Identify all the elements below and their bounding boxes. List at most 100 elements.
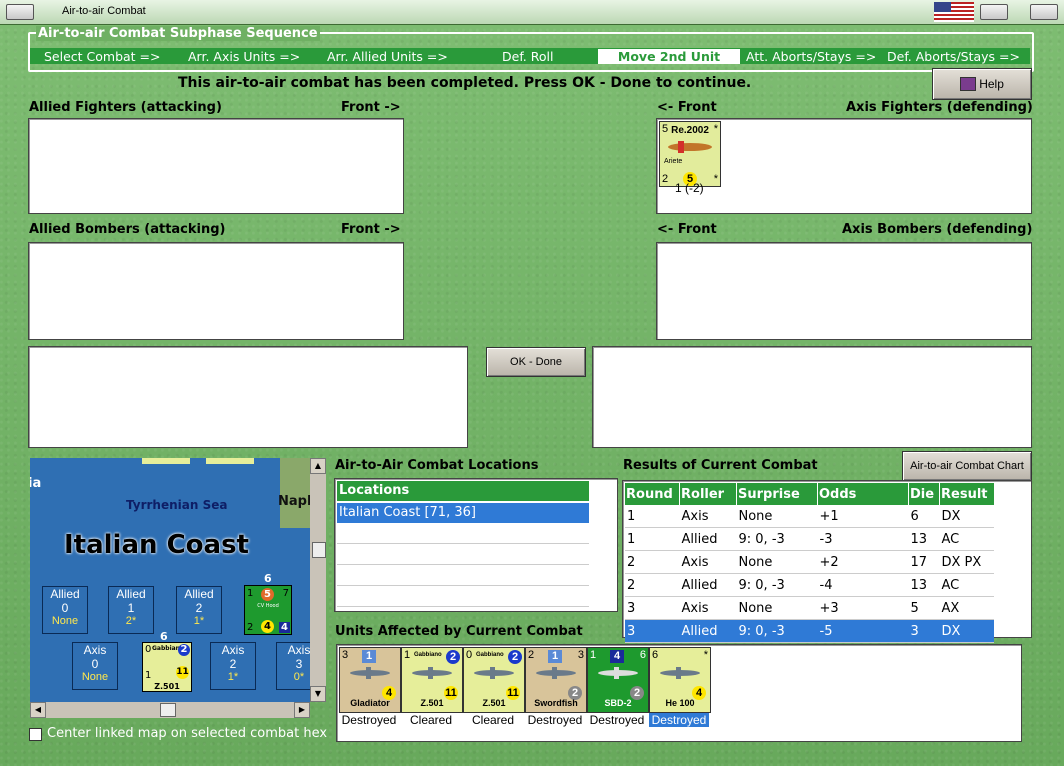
maximize-button[interactable] [1030, 4, 1058, 20]
v-scroll-thumb[interactable] [312, 542, 326, 558]
h-scroll-thumb[interactable] [160, 703, 176, 717]
map-stack-cv-hood[interactable]: 1 5 7 CV Hood 2 4 4 [244, 585, 292, 635]
affected-unit-counter[interactable]: 3 1 4 Gladiator [339, 647, 401, 713]
seq-step-att-aborts: Att. Aborts/Stays => [746, 49, 877, 64]
results-cell: Axis [679, 596, 737, 620]
map-stack-gabbiano[interactable]: 0 Gabbiano 2 1 11 Z.501 [142, 642, 192, 692]
allied-bombers-label: Allied Bombers (attacking) [29, 222, 226, 237]
results-cell: None [736, 596, 818, 620]
map-allied-box-2[interactable]: Allied 2 1* [176, 586, 222, 634]
minimize-button[interactable] [980, 4, 1008, 20]
sequence-title: Air-to-air Combat Subphase Sequence [36, 26, 320, 41]
locations-list[interactable]: Locations Italian Coast [71, 36] [334, 478, 618, 612]
allied-fighters-panel[interactable] [28, 118, 404, 214]
map-sea-label: Tyrrhenian Sea [126, 498, 228, 512]
help-button[interactable]: Help [932, 68, 1032, 100]
location-item[interactable]: Italian Coast [71, 36] [337, 503, 589, 523]
center-map-checkbox[interactable] [29, 728, 42, 741]
stack-a-tr: 7 [282, 588, 289, 599]
box-sub: None [81, 671, 109, 683]
results-row[interactable]: 2 Allied 9: 0, -3 -4 13 AC [625, 573, 994, 597]
aircraft-icon [412, 667, 452, 679]
stack-a-bl: 2 [247, 622, 254, 633]
window-menu-button[interactable] [6, 4, 34, 20]
scroll-up-icon[interactable]: ▲ [310, 458, 326, 474]
map-axis-box-3[interactable]: Axis 3 0* [276, 642, 310, 690]
unit-name: Z.501 [482, 698, 506, 708]
affected-unit-counter[interactable]: 0 2 Gabbiano 11 Z.501 [463, 647, 525, 713]
unit-square: 1 [362, 650, 376, 663]
affected-unit-counter[interactable]: 2 3 1 2 Swordfish [525, 647, 587, 713]
scroll-right-icon[interactable]: ▶ [294, 702, 310, 718]
axis-fighters-front: <- Front [657, 100, 717, 115]
linked-map[interactable]: ia Tyrrhenian Sea Napl Italian Coast All… [30, 458, 310, 702]
affected-title: Units Affected by Current Combat [335, 624, 583, 639]
title-bar: Air-to-air Combat [0, 0, 1064, 25]
scroll-left-icon[interactable]: ◀ [30, 702, 46, 718]
box-side: Axis [83, 643, 107, 657]
axis-fighters-panel[interactable]: 5 Re.2002 * Ariete 2 5 * 1 (-2) [656, 118, 1032, 214]
allied-fighters-label: Allied Fighters (attacking) [29, 100, 222, 115]
box-side: Allied [116, 587, 146, 601]
axis-bombers-panel[interactable] [656, 242, 1032, 340]
help-label: Help [979, 77, 1004, 91]
status-message: This air-to-air combat has been complete… [178, 75, 752, 91]
map-land [280, 458, 310, 528]
results-row[interactable]: 3 Allied 9: 0, -3 -5 3 DX [625, 619, 994, 643]
allied-bombers-panel[interactable] [28, 242, 404, 340]
affected-unit-counter[interactable]: 1 2 Gabbiano 11 Z.501 [401, 647, 463, 713]
results-cell: -4 [817, 573, 909, 597]
aircraft-icon [536, 667, 576, 679]
results-row[interactable]: 1 Allied 9: 0, -3 -3 13 AC [625, 527, 994, 551]
map-vertical-scrollbar[interactable]: ▲ ▼ [310, 458, 326, 702]
results-cell: -5 [817, 619, 909, 643]
map-axis-box-0[interactable]: Axis 0 None [72, 642, 118, 690]
scroll-down-icon[interactable]: ▼ [310, 686, 326, 702]
results-cell: DX [939, 619, 994, 643]
affected-unit-status: Destroyed [589, 713, 645, 727]
unit-circle: 2 [508, 650, 522, 664]
box-num: 0 [91, 657, 99, 671]
seq-step-def-aborts: Def. Aborts/Stays => [887, 49, 1020, 64]
map-allied-box-1[interactable]: Allied 1 2* [108, 586, 154, 634]
results-cell: Allied [679, 619, 737, 643]
affected-unit-counter[interactable]: 1 6 4 2 SBD-2 [587, 647, 649, 713]
map-coast-label: Italian Coast [64, 530, 249, 560]
results-cell: Allied [679, 527, 737, 551]
map-allied-box-0[interactable]: Allied 0 None [42, 586, 88, 634]
unit-counter-re2002[interactable]: 5 Re.2002 * Ariete 2 5 * [659, 121, 721, 187]
affected-unit-counter[interactable]: 6 * 4 He 100 [649, 647, 711, 713]
box-num: 1 [127, 601, 135, 615]
ok-done-button[interactable]: OK - Done [486, 347, 586, 377]
unit-name: He 100 [665, 698, 695, 708]
seq-step-arr-axis: Arr. Axis Units => [188, 49, 301, 64]
results-cell: -3 [817, 527, 909, 551]
affected-unit-status: Destroyed [341, 713, 397, 727]
box-num: 2 [229, 657, 237, 671]
affected-units-panel: 3 1 4 Gladiator Destroyed 1 2 Gabbiano 11 Z.501 Cl… [336, 644, 1022, 742]
axis-bombers-front: <- Front [657, 222, 717, 237]
results-cell: 6 [908, 505, 940, 528]
axis-bombers-label: Axis Bombers (defending) [842, 222, 1033, 237]
unit-tl: 1 [404, 649, 411, 661]
results-cell: 9: 0, -3 [736, 527, 818, 551]
counter-bottom-left: 2 [662, 173, 669, 185]
results-row[interactable]: 2 Axis None +2 17 DX PX [625, 550, 994, 574]
results-cell: +3 [817, 596, 909, 620]
combat-chart-button[interactable]: Air-to-air Combat Chart [902, 451, 1032, 481]
results-table-panel: Round Roller Surprise Odds Die Result 1A… [622, 480, 1032, 643]
results-cell: +2 [817, 550, 909, 574]
map-axis-box-2[interactable]: Axis 2 1* [210, 642, 256, 690]
map-horizontal-scrollbar[interactable]: ◀ ▶ [30, 702, 310, 718]
center-map-checkbox-label[interactable]: Center linked map on selected combat hex [47, 726, 327, 741]
results-row[interactable]: 1 Axis None +1 6 DX [625, 505, 994, 528]
box-sub: 2* [125, 615, 137, 627]
seq-step-select-combat: Select Combat => [44, 49, 161, 64]
results-row[interactable]: 3 Axis None +3 5 AX [625, 596, 994, 620]
locations-empty-rows [337, 523, 589, 607]
affected-unit-status: Destroyed [649, 713, 709, 727]
stack-b-bl: 1 [145, 670, 152, 681]
results-cell: +1 [817, 505, 909, 528]
allied-fighters-front: Front -> [341, 100, 401, 115]
help-book-icon [960, 77, 977, 91]
